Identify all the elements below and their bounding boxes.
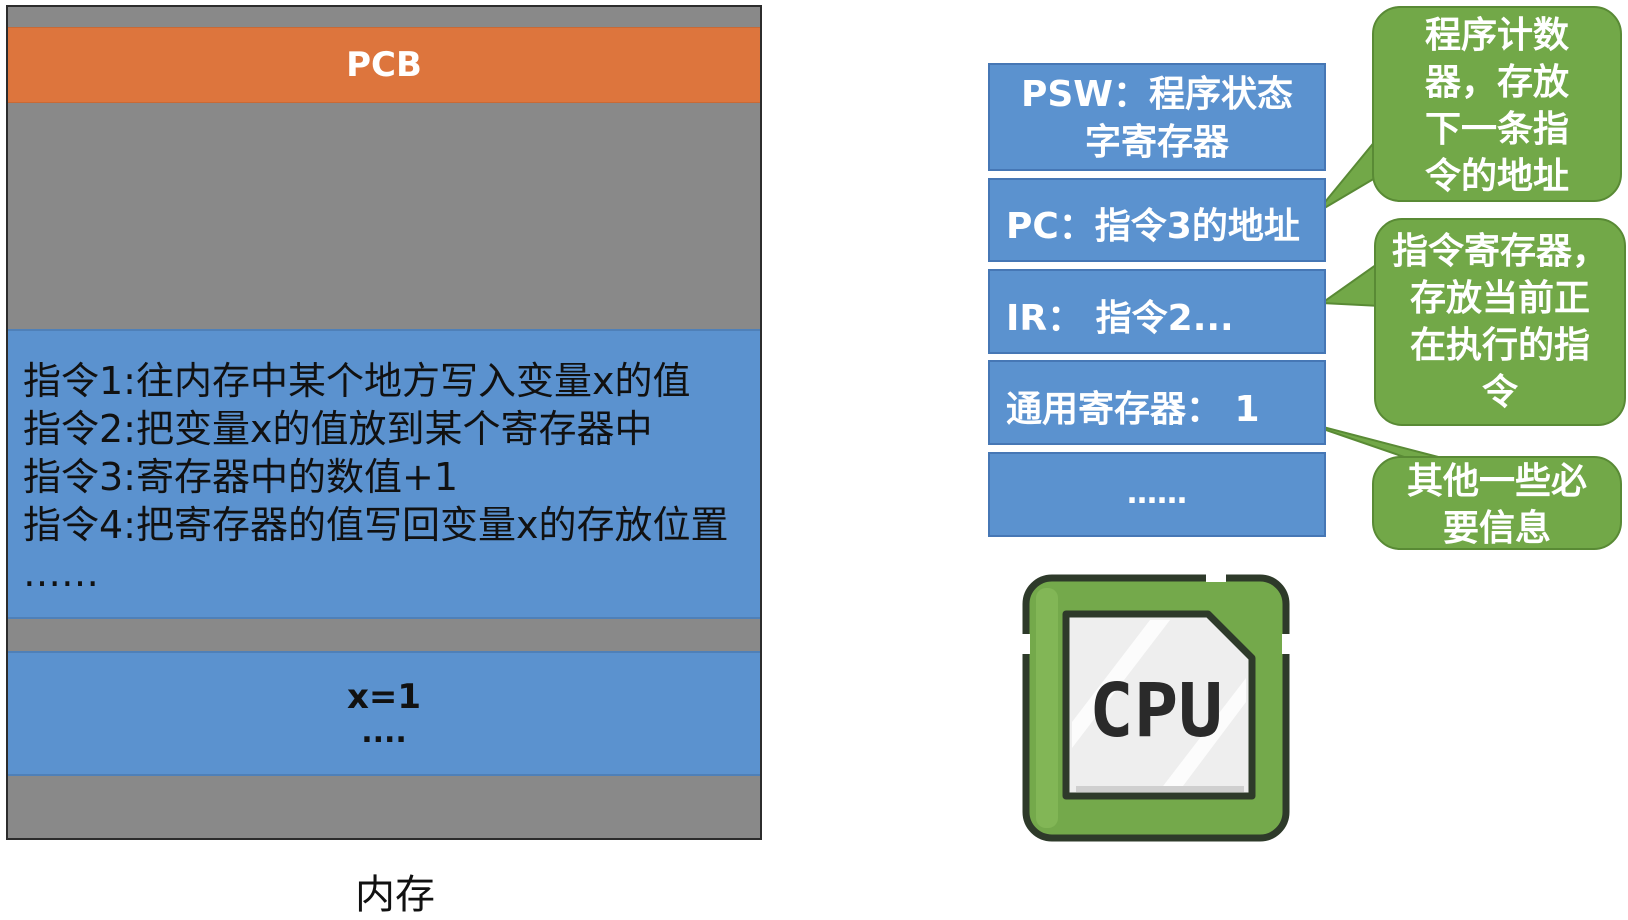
- ir-callout-line: 存放当前正: [1409, 278, 1590, 319]
- pc-callout: 程序计数 器，存放 下一条指 令的地址: [1372, 6, 1622, 202]
- pc-callout-line: 程序计数: [1424, 15, 1569, 56]
- psw-label-line-2: 字寄存器: [1084, 122, 1229, 163]
- psw-register: PSW：程序状态 字寄存器: [988, 63, 1326, 171]
- ir-register: IR： 指令2...: [988, 269, 1326, 354]
- pc-register-label: PC：指令3的地址: [1006, 206, 1300, 247]
- psw-label-line-1: PSW：程序状态: [1020, 74, 1294, 115]
- ir-register-label: IR： 指令2...: [1006, 298, 1234, 339]
- cpu-chip-icon: CPU: [1022, 574, 1290, 842]
- pc-callout-line: 令的地址: [1424, 156, 1569, 197]
- ir-callout-tail: [1319, 260, 1381, 308]
- ir-callout-line: 令: [1481, 372, 1518, 413]
- pc-callout-line: 下一条指: [1424, 109, 1569, 150]
- other-callout-line: 要信息: [1442, 508, 1551, 549]
- more-registers: ……: [988, 452, 1326, 537]
- cpu-label: CPU: [1089, 668, 1223, 754]
- other-info-callout: 其他一些必 要信息: [1372, 456, 1622, 550]
- ir-callout-line: 指令寄存器，: [1391, 231, 1608, 272]
- general-register: 通用寄存器： 1: [988, 360, 1326, 445]
- ir-callout: 指令寄存器， 存放当前正 在执行的指 令: [1374, 218, 1626, 426]
- other-callout-line: 其他一些必: [1406, 461, 1587, 502]
- pc-register: PC：指令3的地址: [988, 178, 1326, 262]
- more-registers-ellipsis: ……: [1127, 476, 1187, 511]
- general-register-label: 通用寄存器： 1: [1006, 389, 1260, 430]
- ir-callout-line: 在执行的指: [1409, 325, 1590, 366]
- pc-callout-line: 器，存放: [1424, 62, 1569, 103]
